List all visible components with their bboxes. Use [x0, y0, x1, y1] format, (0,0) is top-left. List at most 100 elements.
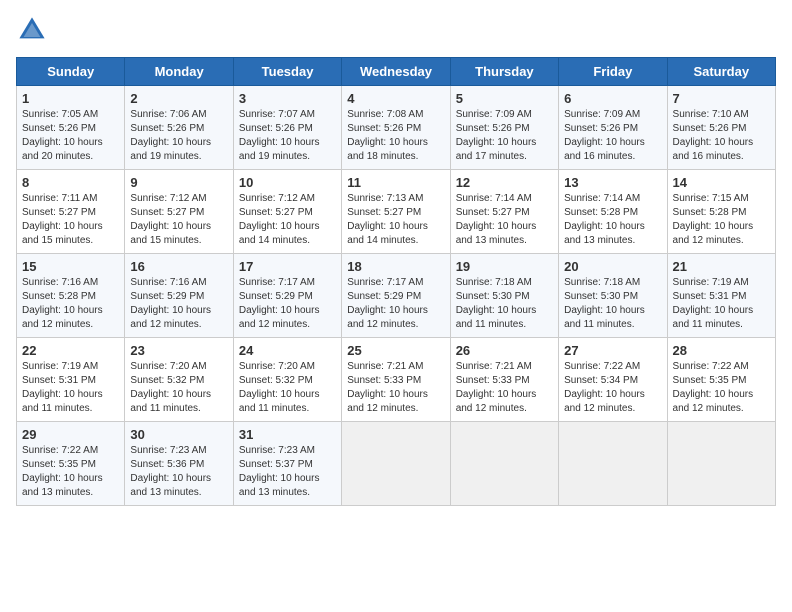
- day-of-week-header: Thursday: [450, 58, 558, 86]
- calendar-cell: 9 Sunrise: 7:12 AM Sunset: 5:27 PM Daylig…: [125, 170, 233, 254]
- day-number: 29: [22, 427, 119, 442]
- calendar-cell: 20 Sunrise: 7:18 AM Sunset: 5:30 PM Dayli…: [559, 254, 667, 338]
- day-number: 30: [130, 427, 227, 442]
- day-info: Sunrise: 7:19 AM Sunset: 5:31 PM Dayligh…: [22, 360, 119, 416]
- day-info: Sunrise: 7:14 AM Sunset: 5:27 PM Dayligh…: [456, 192, 553, 248]
- calendar-cell: 8Sunrise: 7:11 AM Sunset: 5:27 PM Daylig…: [17, 170, 125, 254]
- calendar-cell: 11 Sunrise: 7:13 AM Sunset: 5:27 PM Dayli…: [342, 170, 450, 254]
- calendar-cell: 6 Sunrise: 7:09 AM Sunset: 5:26 PM Daylig…: [559, 86, 667, 170]
- calendar-cell: 17 Sunrise: 7:17 AM Sunset: 5:29 PM Dayli…: [233, 254, 341, 338]
- day-info: Sunrise: 7:21 AM Sunset: 5:33 PM Dayligh…: [347, 360, 444, 416]
- calendar-cell: 15 Sunrise: 7:16 AM Sunset: 5:28 PM Dayli…: [17, 254, 125, 338]
- day-number: 13: [564, 175, 661, 190]
- day-info: Sunrise: 7:08 AM Sunset: 5:26 PM Dayligh…: [347, 108, 444, 164]
- calendar-cell: 7 Sunrise: 7:10 AM Sunset: 5:26 PM Daylig…: [667, 86, 775, 170]
- day-info: Sunrise: 7:17 AM Sunset: 5:29 PM Dayligh…: [239, 276, 336, 332]
- calendar-cell: 19Sunrise: 7:18 AM Sunset: 5:30 PM Dayli…: [450, 254, 558, 338]
- day-info: Sunrise: 7:21 AM Sunset: 5:33 PM Dayligh…: [456, 360, 553, 416]
- calendar-cell: 22 Sunrise: 7:19 AM Sunset: 5:31 PM Dayli…: [17, 338, 125, 422]
- calendar-cell: 30 Sunrise: 7:23 AM Sunset: 5:36 PM Dayli…: [125, 422, 233, 506]
- day-info: Sunrise: 7:16 AM Sunset: 5:28 PM Dayligh…: [22, 276, 119, 332]
- day-info: Sunrise: 7:09 AM Sunset: 5:26 PM Dayligh…: [564, 108, 661, 164]
- calendar-cell: 24 Sunrise: 7:20 AM Sunset: 5:32 PM Dayli…: [233, 338, 341, 422]
- day-number: 1: [22, 91, 119, 106]
- calendar-cell: [559, 422, 667, 506]
- calendar-week-row: 29 Sunrise: 7:22 AM Sunset: 5:35 PM Dayli…: [17, 422, 776, 506]
- calendar-cell: [667, 422, 775, 506]
- calendar-cell: 23 Sunrise: 7:20 AM Sunset: 5:32 PM Dayli…: [125, 338, 233, 422]
- day-info: Sunrise: 7:19 AM Sunset: 5:31 PM Dayligh…: [673, 276, 770, 332]
- calendar-week-row: 15 Sunrise: 7:16 AM Sunset: 5:28 PM Dayli…: [17, 254, 776, 338]
- calendar-cell: 26 Sunrise: 7:21 AM Sunset: 5:33 PM Dayli…: [450, 338, 558, 422]
- day-info: Sunrise: 7:22 AM Sunset: 5:35 PM Dayligh…: [673, 360, 770, 416]
- calendar-cell: 13 Sunrise: 7:14 AM Sunset: 5:28 PM Dayli…: [559, 170, 667, 254]
- day-info: Sunrise: 7:15 AM Sunset: 5:28 PM Dayligh…: [673, 192, 770, 248]
- day-number: 11: [347, 175, 444, 190]
- day-number: 27: [564, 343, 661, 358]
- day-number: 7: [673, 91, 770, 106]
- day-number: 19: [456, 259, 553, 274]
- day-info: Sunrise: 7:07 AM Sunset: 5:26 PM Dayligh…: [239, 108, 336, 164]
- day-number: 15: [22, 259, 119, 274]
- day-info: Sunrise: 7:22 AM Sunset: 5:35 PM Dayligh…: [22, 444, 119, 500]
- day-info: Sunrise: 7:10 AM Sunset: 5:26 PM Dayligh…: [673, 108, 770, 164]
- calendar-cell: 5 Sunrise: 7:09 AM Sunset: 5:26 PM Daylig…: [450, 86, 558, 170]
- day-number: 16: [130, 259, 227, 274]
- day-info: Sunrise: 7:20 AM Sunset: 5:32 PM Dayligh…: [130, 360, 227, 416]
- day-number: 14: [673, 175, 770, 190]
- calendar-cell: 27 Sunrise: 7:22 AM Sunset: 5:34 PM Dayli…: [559, 338, 667, 422]
- day-number: 12: [456, 175, 553, 190]
- day-number: 24: [239, 343, 336, 358]
- calendar-cell: 10 Sunrise: 7:12 AM Sunset: 5:27 PM Dayli…: [233, 170, 341, 254]
- calendar-cell: 1 Sunrise: 7:05 AM Sunset: 5:26 PM Daylig…: [17, 86, 125, 170]
- day-number: 6: [564, 91, 661, 106]
- day-number: 5: [456, 91, 553, 106]
- day-info: Sunrise: 7:14 AM Sunset: 5:28 PM Dayligh…: [564, 192, 661, 248]
- day-info: Sunrise: 7:13 AM Sunset: 5:27 PM Dayligh…: [347, 192, 444, 248]
- day-of-week-header: Sunday: [17, 58, 125, 86]
- day-number: 23: [130, 343, 227, 358]
- day-number: 17: [239, 259, 336, 274]
- calendar-cell: 14 Sunrise: 7:15 AM Sunset: 5:28 PM Dayli…: [667, 170, 775, 254]
- day-number: 28: [673, 343, 770, 358]
- day-number: 22: [22, 343, 119, 358]
- day-info: Sunrise: 7:23 AM Sunset: 5:37 PM Dayligh…: [239, 444, 336, 500]
- day-number: 10: [239, 175, 336, 190]
- day-number: 21: [673, 259, 770, 274]
- day-number: 4: [347, 91, 444, 106]
- day-of-week-header: Friday: [559, 58, 667, 86]
- day-number: 3: [239, 91, 336, 106]
- calendar-week-row: 1 Sunrise: 7:05 AM Sunset: 5:26 PM Daylig…: [17, 86, 776, 170]
- day-of-week-header: Monday: [125, 58, 233, 86]
- day-number: 26: [456, 343, 553, 358]
- day-info: Sunrise: 7:22 AM Sunset: 5:34 PM Dayligh…: [564, 360, 661, 416]
- calendar-cell: 25 Sunrise: 7:21 AM Sunset: 5:33 PM Dayli…: [342, 338, 450, 422]
- calendar-cell: 31Sunrise: 7:23 AM Sunset: 5:37 PM Dayli…: [233, 422, 341, 506]
- day-of-week-header: Wednesday: [342, 58, 450, 86]
- calendar-cell: 3 Sunrise: 7:07 AM Sunset: 5:26 PM Daylig…: [233, 86, 341, 170]
- calendar-cell: 29 Sunrise: 7:22 AM Sunset: 5:35 PM Dayli…: [17, 422, 125, 506]
- day-info: Sunrise: 7:09 AM Sunset: 5:26 PM Dayligh…: [456, 108, 553, 164]
- day-info: Sunrise: 7:05 AM Sunset: 5:26 PM Dayligh…: [22, 108, 119, 164]
- day-info: Sunrise: 7:12 AM Sunset: 5:27 PM Dayligh…: [239, 192, 336, 248]
- day-number: 8: [22, 175, 119, 190]
- logo-icon: [18, 16, 46, 44]
- calendar-week-row: 8Sunrise: 7:11 AM Sunset: 5:27 PM Daylig…: [17, 170, 776, 254]
- page-header: [16, 16, 776, 49]
- day-number: 9: [130, 175, 227, 190]
- day-info: Sunrise: 7:16 AM Sunset: 5:29 PM Dayligh…: [130, 276, 227, 332]
- calendar-cell: 28 Sunrise: 7:22 AM Sunset: 5:35 PM Dayli…: [667, 338, 775, 422]
- calendar-cell: 2Sunrise: 7:06 AM Sunset: 5:26 PM Daylig…: [125, 86, 233, 170]
- day-number: 25: [347, 343, 444, 358]
- day-number: 2: [130, 91, 227, 106]
- day-of-week-header: Saturday: [667, 58, 775, 86]
- calendar-cell: [450, 422, 558, 506]
- day-info: Sunrise: 7:18 AM Sunset: 5:30 PM Dayligh…: [564, 276, 661, 332]
- day-info: Sunrise: 7:12 AM Sunset: 5:27 PM Dayligh…: [130, 192, 227, 248]
- calendar-cell: [342, 422, 450, 506]
- calendar-cell: 16 Sunrise: 7:16 AM Sunset: 5:29 PM Dayli…: [125, 254, 233, 338]
- day-info: Sunrise: 7:20 AM Sunset: 5:32 PM Dayligh…: [239, 360, 336, 416]
- day-number: 20: [564, 259, 661, 274]
- calendar-week-row: 22 Sunrise: 7:19 AM Sunset: 5:31 PM Dayli…: [17, 338, 776, 422]
- day-info: Sunrise: 7:23 AM Sunset: 5:36 PM Dayligh…: [130, 444, 227, 500]
